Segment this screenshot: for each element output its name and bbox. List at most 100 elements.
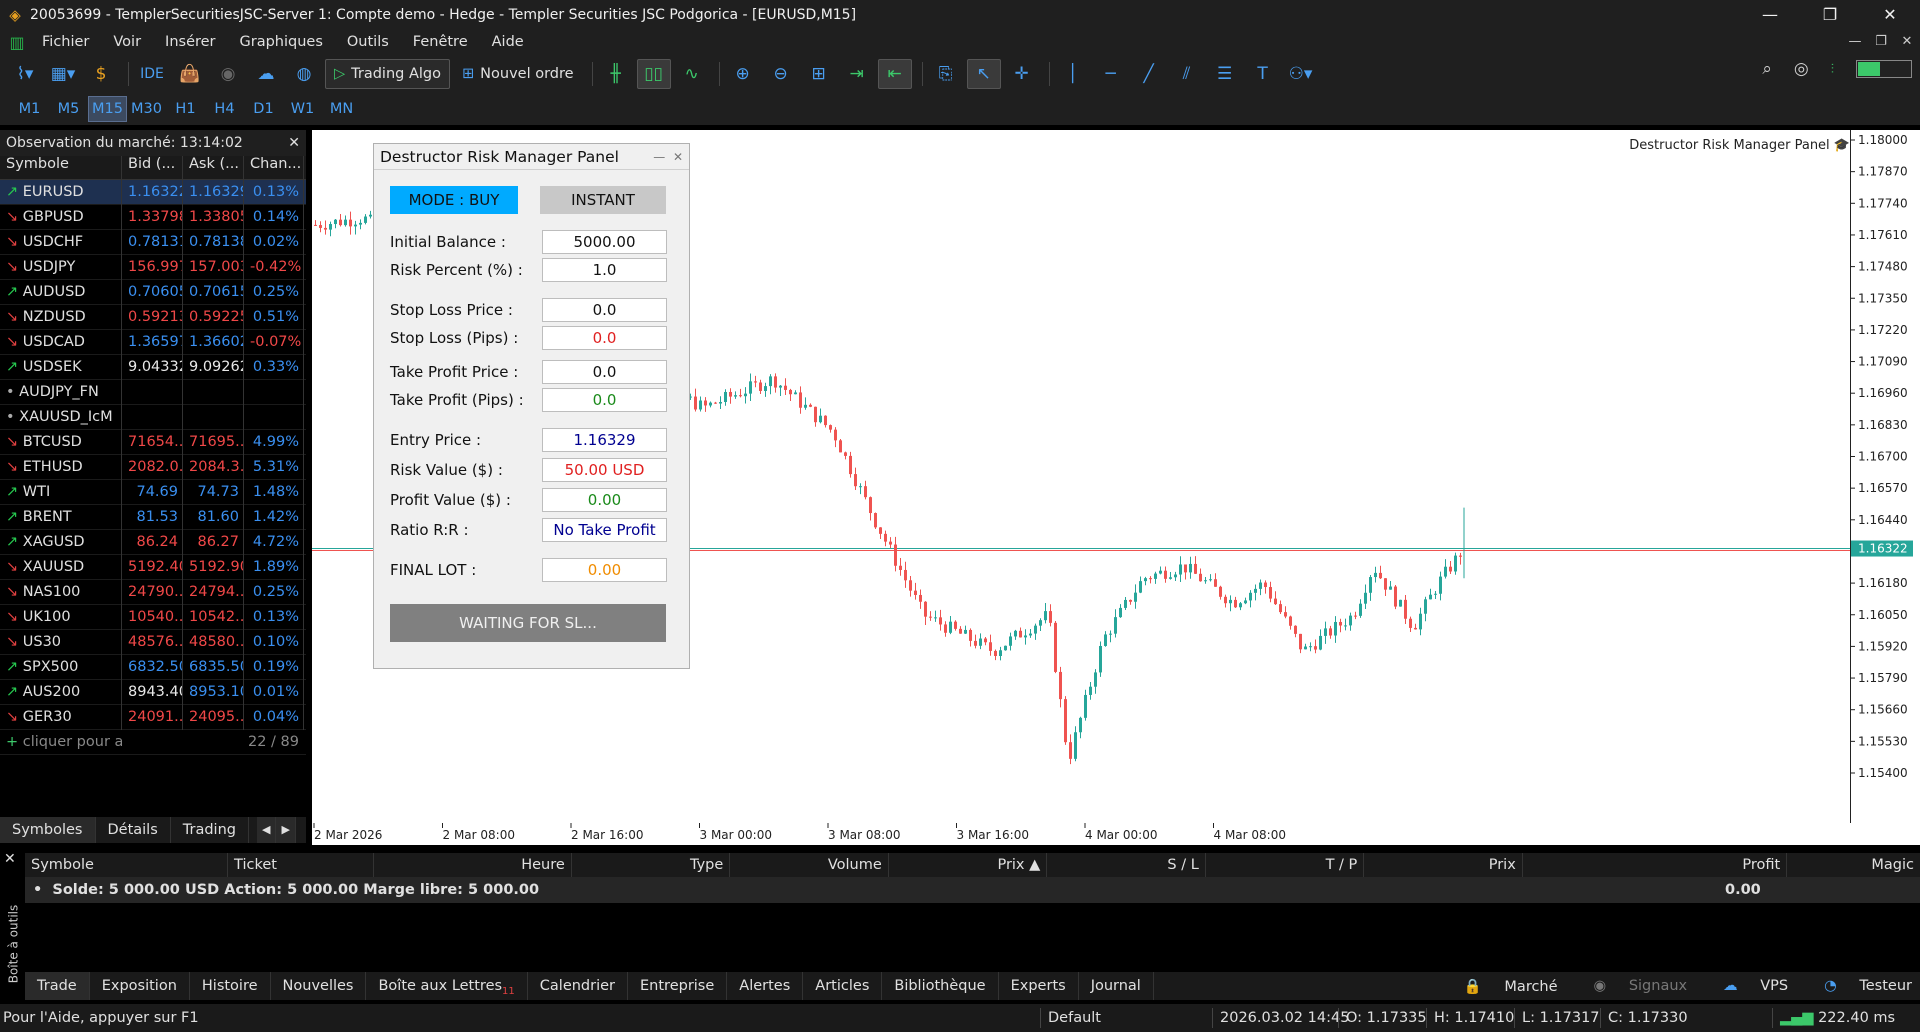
col-heure[interactable]: Heure bbox=[374, 853, 572, 877]
tab-testeur[interactable]: ◔ Testeur bbox=[1806, 978, 1912, 994]
instant-button[interactable]: INSTANT bbox=[540, 186, 666, 214]
tab-alertes[interactable]: Alertes bbox=[727, 972, 804, 1000]
account-icon[interactable]: ◎ bbox=[1794, 59, 1809, 79]
market-row[interactable]: ↗ WTI 74.69 74.73 1.48% bbox=[0, 479, 306, 505]
market-row[interactable]: • XAUUSD_IcM bbox=[0, 404, 306, 430]
trading-algo-button[interactable]: ▷ Trading Algo bbox=[325, 59, 450, 89]
tf-m30[interactable]: M30 bbox=[127, 96, 166, 122]
market-row[interactable]: ↗ XAGUSD 86.24 86.27 4.72% bbox=[0, 529, 306, 555]
trend-line-icon[interactable]: ╱ bbox=[1132, 59, 1166, 89]
line-chart-icon[interactable]: ∿ bbox=[675, 59, 709, 89]
panel-close-icon[interactable]: ✕ bbox=[673, 150, 683, 164]
market-row[interactable]: ↗ USDSEK 9.04332 9.09262 0.33% bbox=[0, 354, 306, 380]
app-menu-icon[interactable]: ▥ bbox=[4, 33, 30, 52]
crosshair-icon[interactable]: ✛ bbox=[1005, 59, 1039, 89]
grid-icon[interactable]: ⊞ bbox=[802, 59, 836, 89]
shapes-icon[interactable]: ⚇▾ bbox=[1284, 59, 1318, 89]
close-icon[interactable]: ✕ bbox=[288, 135, 300, 151]
tf-m1[interactable]: M1 bbox=[10, 96, 49, 122]
market-row[interactable]: ↘ XAUUSD 5192.40 5192.90 1.89% bbox=[0, 554, 306, 580]
toolbox-close-icon[interactable]: ✕ bbox=[4, 851, 16, 867]
col-sl[interactable]: S / L bbox=[1047, 853, 1206, 877]
child-restore-icon[interactable]: ❐ bbox=[1868, 29, 1894, 55]
tf-d1[interactable]: D1 bbox=[244, 96, 283, 122]
tab-scroll-left-icon[interactable]: ◀ bbox=[256, 817, 277, 843]
close-button[interactable]: ✕ bbox=[1860, 0, 1920, 29]
market-row[interactable]: ↘ ETHUSD2082.0...2084.3...5.31% bbox=[0, 454, 306, 480]
tab-nouvelles[interactable]: Nouvelles bbox=[271, 972, 367, 1000]
signal-icon[interactable]: ◉ bbox=[211, 59, 245, 89]
col-prix-current[interactable]: Prix bbox=[1364, 853, 1523, 877]
panel-minimize-icon[interactable]: — bbox=[653, 150, 665, 164]
cursor-icon[interactable]: ↖ bbox=[966, 59, 1001, 89]
screenshot-icon[interactable]: ⎘ bbox=[929, 59, 963, 89]
risk-percent-field[interactable]: 1.0 bbox=[542, 258, 667, 282]
candlestick-icon[interactable]: ▯▯ bbox=[636, 59, 671, 89]
col-volume[interactable]: Volume bbox=[730, 853, 889, 877]
market-row[interactable]: ↘ GER30 24091... 24095... 0.04% bbox=[0, 704, 306, 730]
market-row[interactable]: ↗ AUS200 8943.40 8953.10 0.01% bbox=[0, 679, 306, 705]
market-row[interactable]: ↘ UK100 10540... 10542... 0.13% bbox=[0, 604, 306, 630]
market-row[interactable]: ↘ BTCUSD 71654... 71695... 4.99% bbox=[0, 429, 306, 455]
col-bid[interactable]: Bid (... bbox=[122, 156, 183, 179]
minimize-button[interactable]: — bbox=[1740, 0, 1800, 29]
tab-boite-aux-lettres[interactable]: Boîte aux Lettres11 bbox=[366, 972, 528, 1000]
autoscroll-icon[interactable]: ⇥ bbox=[840, 59, 874, 89]
tab-journal[interactable]: Journal bbox=[1079, 972, 1154, 1000]
col-symbole[interactable]: Symbole bbox=[25, 853, 229, 877]
col-prix[interactable]: Prix ▲ bbox=[889, 853, 1048, 877]
menu-outils[interactable]: Outils bbox=[335, 34, 401, 50]
price-axis[interactable]: 1.18000 1.17870 1.17740 1.17610 1.17480 1.173… bbox=[1850, 130, 1920, 823]
time-axis[interactable]: 2 Mar 2026 2 Mar 08:00 2 Mar 16:00 3 Mar 00… bbox=[312, 823, 1920, 845]
add-symbol-row[interactable]: + cliquer pour ajouter... 22 / 89 bbox=[0, 730, 306, 755]
zoom-out-icon[interactable]: ⊖ bbox=[764, 59, 798, 89]
col-type[interactable]: Type bbox=[572, 853, 731, 877]
market-row[interactable]: • AUDJPY_FN bbox=[0, 379, 306, 405]
market-row[interactable]: ↗ AUDUSD 0.70605 0.70615 0.25% bbox=[0, 279, 306, 305]
tf-h4[interactable]: H4 bbox=[205, 96, 244, 122]
sl-price-field[interactable]: 0.0 bbox=[542, 298, 667, 322]
menu-graphiques[interactable]: Graphiques bbox=[228, 34, 335, 50]
tf-w1[interactable]: W1 bbox=[283, 96, 322, 122]
col-symbol[interactable]: Symbole bbox=[0, 156, 122, 179]
market-row[interactable]: ↘ USDJPY 156.997 157.003 -0.42% bbox=[0, 254, 306, 280]
col-tp[interactable]: T / P bbox=[1206, 853, 1365, 877]
tab-scroll-right-icon[interactable]: ▶ bbox=[276, 817, 296, 843]
mode-buy-button[interactable]: MODE : BUY bbox=[390, 186, 518, 214]
chart-shift-icon[interactable]: ⇤ bbox=[877, 59, 912, 89]
tf-h1[interactable]: H1 bbox=[166, 96, 205, 122]
text-icon[interactable]: T bbox=[1246, 59, 1280, 89]
signal-strength-icon[interactable]: ⫶ bbox=[1831, 62, 1834, 77]
chart-type-icon[interactable]: ⌇▾ bbox=[8, 59, 42, 89]
tf-mn[interactable]: MN bbox=[322, 96, 361, 122]
child-minimize-icon[interactable]: — bbox=[1842, 29, 1868, 55]
col-ask[interactable]: Ask (... bbox=[183, 156, 244, 179]
horizontal-line-icon[interactable]: ─ bbox=[1094, 59, 1128, 89]
maximize-button[interactable]: ❐ bbox=[1800, 0, 1860, 29]
tab-histoire[interactable]: Histoire bbox=[190, 972, 271, 1000]
channel-icon[interactable]: ⫽ bbox=[1170, 59, 1204, 89]
status-button[interactable]: WAITING FOR SL... bbox=[390, 604, 666, 642]
fibonacci-icon[interactable]: ☰ bbox=[1208, 59, 1242, 89]
tab-marche[interactable]: 🔒 Marché bbox=[1446, 978, 1558, 995]
cloud-icon[interactable]: ☁ bbox=[249, 59, 283, 89]
tab-bibliotheque[interactable]: Bibliothèque bbox=[882, 972, 999, 1000]
tf-m5[interactable]: M5 bbox=[49, 96, 88, 122]
tab-calendrier[interactable]: Calendrier bbox=[528, 972, 629, 1000]
tab-articles[interactable]: Articles bbox=[803, 972, 883, 1000]
tab-entreprise[interactable]: Entreprise bbox=[628, 972, 728, 1000]
tab-exposition[interactable]: Exposition bbox=[90, 972, 190, 1000]
market-row[interactable]: ↗ EURUSD 1.16322 1.16329 0.13% bbox=[0, 179, 306, 205]
tab-experts[interactable]: Experts bbox=[999, 972, 1079, 1000]
initial-balance-field[interactable]: 5000.00 bbox=[542, 230, 667, 254]
col-magic[interactable]: Magic bbox=[1787, 853, 1920, 877]
tf-m15[interactable]: M15 bbox=[88, 96, 127, 122]
menu-aide[interactable]: Aide bbox=[480, 34, 536, 50]
search-icon[interactable]: ⌕ bbox=[1762, 59, 1772, 79]
shopping-bag-icon[interactable]: 👜 bbox=[173, 59, 207, 89]
market-row[interactable]: ↘ USDCHF 0.78131 0.78138 0.02% bbox=[0, 229, 306, 255]
tab-symboles[interactable]: Symboles bbox=[0, 817, 96, 843]
market-row[interactable]: ↘ NZDUSD 0.59213 0.59225 0.51% bbox=[0, 304, 306, 330]
market-row[interactable]: ↘ USDCAD 1.36597 1.36602 -0.07% bbox=[0, 329, 306, 355]
tab-trade[interactable]: Trade bbox=[25, 972, 90, 1000]
